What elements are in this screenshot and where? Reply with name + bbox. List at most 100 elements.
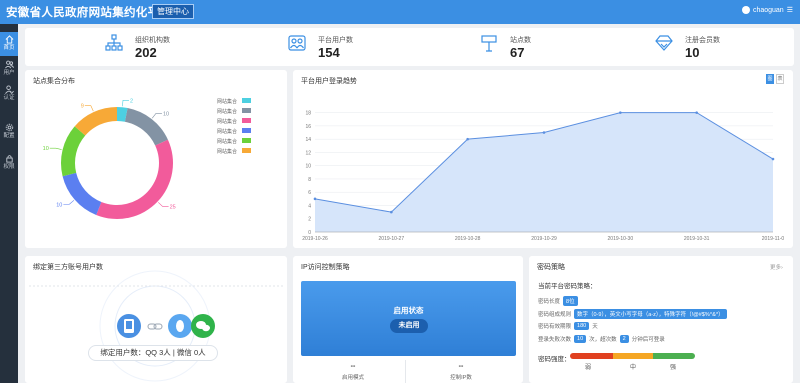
x-tick-label: 2019-11-0 — [762, 236, 785, 242]
stat-value: 154 — [318, 45, 340, 60]
more-link[interactable]: 更多› — [770, 263, 783, 271]
donut-data-label: 2 — [130, 98, 133, 104]
strength-level-strong: 强 — [670, 365, 677, 371]
sidebar-item-config[interactable]: 配置 — [0, 120, 18, 144]
x-tick-label: 2019-10-29 — [531, 236, 557, 242]
donut-label-line — [151, 113, 162, 119]
pw-length-value: 8位 — [563, 296, 578, 306]
data-point — [542, 131, 546, 134]
pw-validity-value: 180 — [574, 322, 590, 330]
donut-data-label: 9 — [81, 104, 84, 110]
chart-view-toggle[interactable]: 图 — [766, 74, 774, 84]
pw-validity-label: 密码有效期限 — [538, 324, 572, 330]
stat-value: 202 — [135, 45, 157, 60]
stat-label: 平台用户数 — [318, 37, 353, 44]
pw-length-label: 密码长度 — [538, 299, 561, 305]
area-fill — [315, 112, 773, 232]
sidebar-item-auth[interactable]: 认证 — [0, 82, 18, 106]
sidebar-item-users[interactable]: 用户 — [0, 57, 18, 81]
sidebar-item-label: 权限 — [3, 164, 15, 170]
legend-item[interactable]: 网站集合 — [217, 138, 251, 145]
table-view-toggle[interactable]: 表 — [776, 74, 784, 84]
y-tick-label: 6 — [308, 190, 311, 196]
legend-swatch — [242, 148, 251, 153]
donut-label-line — [84, 105, 94, 112]
y-tick-label: 14 — [305, 137, 311, 143]
pw-composition-label: 密码组成规则 — [538, 312, 572, 318]
stat-label: 站点数 — [510, 37, 531, 44]
strength-bar-medium — [613, 353, 653, 359]
pw-validity-row: 密码有效期限 180 天 — [538, 322, 598, 330]
y-tick-label: 12 — [305, 150, 311, 156]
card-title: 平台用户登录趋势 — [301, 78, 357, 85]
data-point — [313, 197, 317, 201]
pw-lock-value: 10 — [574, 335, 587, 343]
legend-swatch — [242, 118, 251, 123]
stat-member-count: 注册会员数 10 — [655, 28, 775, 66]
pw-lock-mid: 次，超次数 — [589, 337, 617, 343]
y-tick-label: 10 — [305, 164, 311, 170]
donut-data-label: 25 — [170, 204, 176, 210]
sidebar-item-label: 首页 — [3, 45, 15, 51]
signpost-icon — [481, 35, 497, 52]
stat-label: 组织机构数 — [135, 37, 170, 44]
pw-lock-row: 登录失败次数 10 次，超次数 2 分钟后可登录 — [538, 335, 665, 343]
card-title: 密码策略 — [537, 264, 565, 271]
stat-value: 10 — [685, 45, 700, 60]
user-menu[interactable]: chaoguan ☰ — [741, 6, 793, 14]
stat-user-count: 平台用户数 154 — [288, 28, 408, 66]
strength-level-medium: 中 — [630, 365, 637, 371]
count-label: 控制IP数 — [450, 375, 472, 381]
legend-item[interactable]: 网站集合 — [217, 148, 251, 155]
strength-level-weak: 弱 — [585, 365, 592, 371]
y-tick-label: 16 — [305, 124, 311, 130]
donut-slice — [61, 126, 86, 177]
sidebar: 首页 用户 认证 配置 权限 — [0, 24, 18, 383]
pw-validity-unit: 天 — [592, 324, 598, 330]
link-icon — [147, 323, 163, 330]
pw-lock-label: 登录失败次数 — [538, 337, 572, 343]
donut-data-label: 10 — [43, 146, 49, 152]
sidebar-item-home[interactable]: 首页 — [0, 32, 18, 56]
stat-org-count: 组织机构数 202 — [105, 28, 225, 66]
pw-strength-label: 密码强度： — [538, 356, 571, 363]
y-tick-label: 18 — [305, 111, 311, 117]
pw-composition-value: 数字（0-9），英文小写字母（a-z），特殊字符（!@#$%^&*） — [574, 309, 727, 319]
phone-icon — [117, 314, 141, 338]
legend-item[interactable]: 网站集合 — [217, 128, 251, 135]
legend-label: 网站集合 — [217, 119, 238, 125]
pw-lock-minutes: 2 — [619, 335, 629, 343]
ip-policy-status-panel: 启用状态 未启用 — [301, 281, 516, 356]
legend-item[interactable]: 网站集合 — [217, 98, 251, 105]
bound-users-summary: 绑定用户数：QQ 3人 | 微信 0人 — [88, 345, 218, 361]
mode-value: -- — [350, 363, 356, 370]
legend-item[interactable]: 网站集合 — [217, 118, 251, 125]
management-center-badge[interactable]: 管理中心 — [152, 4, 194, 19]
data-point — [771, 157, 775, 161]
sidebar-item-permission[interactable]: 权限 — [0, 151, 18, 175]
current-policy-label: 当前平台密码策略： — [538, 283, 597, 290]
legend-label: 网站集合 — [217, 139, 238, 145]
x-tick-label: 2019-10-28 — [455, 236, 481, 242]
gear-icon — [5, 123, 13, 132]
status-value-button[interactable]: 未启用 — [390, 319, 428, 333]
menu-icon: ☰ — [786, 7, 793, 14]
x-tick-label: 2019-10-30 — [608, 236, 634, 242]
legend-item[interactable]: 网站集合 — [217, 108, 251, 115]
stat-label: 注册会员数 — [685, 37, 720, 44]
login-trend-chart: 0246810121416182019-10-26 2019-10-27 2019-… — [302, 111, 785, 242]
data-point — [390, 210, 393, 214]
donut-label-line — [63, 200, 75, 205]
donut-data-label: 10 — [56, 202, 62, 208]
donut-label-line — [158, 202, 169, 207]
pw-length-row: 密码长度 8位 — [538, 296, 578, 306]
third-party-illustration — [29, 270, 283, 382]
legend-swatch — [242, 138, 251, 143]
pw-composition-row: 密码组成规则 数字（0-9），英文小写字母（a-z），特殊字符（!@#$%^&*… — [538, 309, 727, 319]
y-tick-label: 8 — [308, 177, 311, 183]
users-icon — [4, 60, 14, 69]
x-tick-label: 2019-10-27 — [379, 236, 405, 242]
group-users-icon — [288, 35, 306, 51]
strength-bar-strong — [653, 353, 695, 359]
wechat-icon — [191, 314, 215, 338]
